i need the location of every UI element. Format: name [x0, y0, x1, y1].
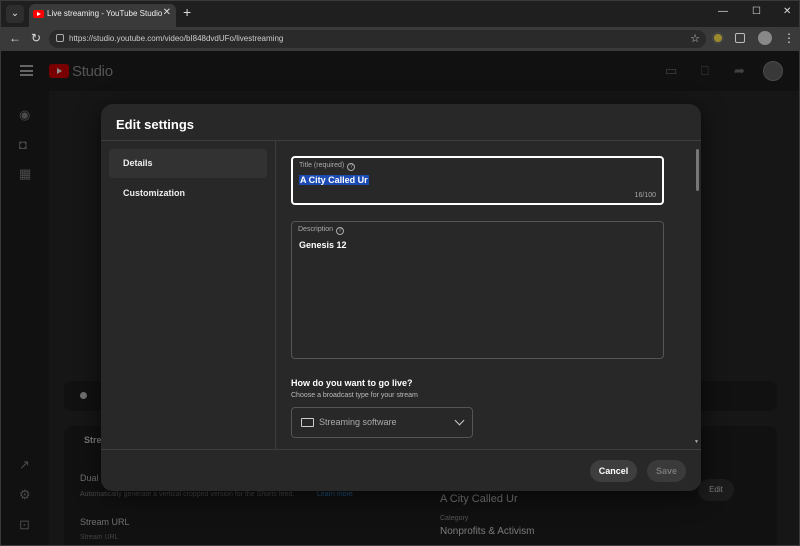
help-icon[interactable]: ?: [336, 227, 345, 235]
help-icon[interactable]: ?: [347, 163, 356, 171]
dialog-scrollbar[interactable]: [696, 149, 699, 191]
description-field[interactable]: Description? Genesis 12: [291, 221, 664, 359]
dialog-main: Title (required)? A City Called Ur 16/10…: [277, 141, 701, 449]
scroll-down-arrow-icon[interactable]: ▼: [694, 439, 699, 445]
dialog-footer: Cancel Save: [101, 449, 701, 491]
minimize-button[interactable]: —: [718, 6, 728, 17]
broadcast-type-select[interactable]: Streaming software: [291, 407, 473, 438]
dialog-title: Edit settings: [116, 117, 195, 132]
back-button[interactable]: ←: [9, 31, 21, 45]
monitor-icon: [301, 418, 314, 427]
browser-window: ⌄ Live streaming - YouTube Studio ✕ + — …: [0, 0, 800, 546]
character-counter: 16/100: [634, 192, 656, 199]
title-field[interactable]: Title (required)? A City Called Ur 16/10…: [291, 156, 664, 205]
title-label: Title (required)?: [299, 162, 356, 171]
tab-live-streaming[interactable]: Live streaming - YouTube Studio ✕: [29, 4, 176, 27]
close-window-button[interactable]: ✕: [783, 6, 791, 17]
extensions-puzzle-icon[interactable]: [735, 33, 745, 43]
tab-list-button[interactable]: ⌄: [6, 5, 24, 23]
save-button[interactable]: Save: [647, 460, 686, 482]
reload-button[interactable]: ↻: [31, 31, 41, 45]
description-input[interactable]: Genesis 12: [299, 240, 347, 250]
youtube-favicon-icon: [33, 10, 44, 18]
dialog-sidebar: Details Customization: [101, 141, 276, 449]
site-info-icon[interactable]: [56, 34, 64, 42]
url-field[interactable]: https://studio.youtube.com/video/bI848dv…: [49, 30, 706, 48]
browser-menu-icon[interactable]: ⋮: [783, 31, 795, 45]
tab-bar: ⌄ Live streaming - YouTube Studio ✕ + — …: [1, 1, 799, 27]
url-text: https://studio.youtube.com/video/bI848dv…: [69, 34, 284, 43]
maximize-button[interactable]: ☐: [752, 6, 761, 17]
new-tab-button[interactable]: +: [183, 4, 191, 20]
cancel-button[interactable]: Cancel: [590, 460, 637, 482]
profile-avatar-icon[interactable]: [758, 31, 772, 45]
extension-icon[interactable]: [712, 32, 724, 44]
chevron-down-icon: [454, 415, 465, 426]
sidebar-item-customization[interactable]: Customization: [109, 179, 267, 208]
edit-settings-dialog: Edit settings Details Customization Titl…: [101, 104, 701, 491]
tab-close-icon[interactable]: ✕: [163, 7, 171, 18]
broadcast-type-value: Streaming software: [319, 417, 397, 427]
description-label: Description?: [298, 226, 345, 235]
title-input[interactable]: A City Called Ur: [299, 175, 369, 185]
tab-title: Live streaming - YouTube Studio: [47, 9, 163, 18]
go-live-heading: How do you want to go live?: [291, 378, 413, 388]
go-live-subheading: Choose a broadcast type for your stream: [291, 392, 418, 399]
address-bar-row: ← ↻ https://studio.youtube.com/video/bI8…: [1, 27, 799, 51]
bookmark-star-icon[interactable]: ☆: [690, 32, 700, 45]
sidebar-item-details[interactable]: Details: [109, 149, 267, 178]
